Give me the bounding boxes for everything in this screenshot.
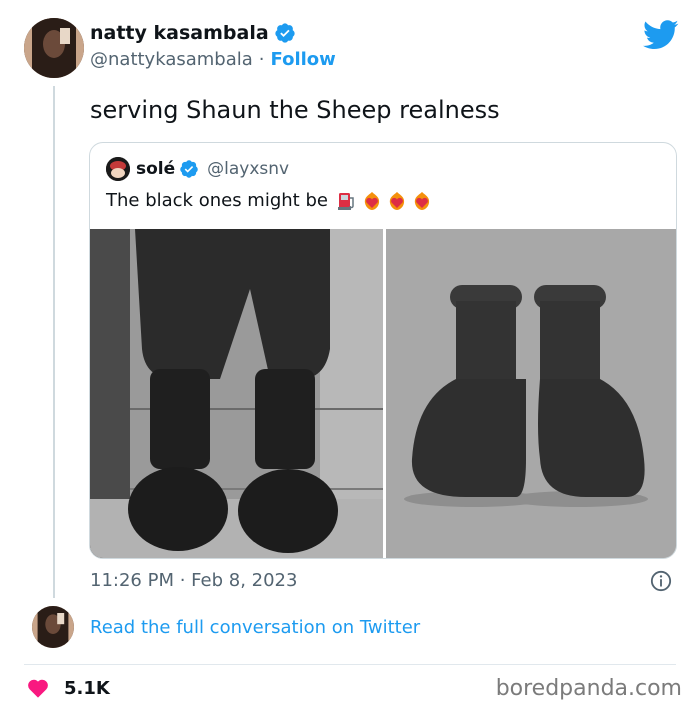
- quoted-header: solé @layxsnv: [106, 157, 289, 181]
- tweet-text: serving Shaun the Sheep realness: [90, 96, 500, 124]
- reply-avatar[interactable]: [32, 606, 74, 648]
- author-name-row: natty kasambala: [90, 22, 296, 44]
- thread-line: [53, 86, 55, 598]
- heart-on-fire-emoji-icon: [414, 191, 430, 210]
- quoted-handle: @layxsnv: [207, 159, 290, 179]
- divider: [24, 664, 676, 665]
- author-avatar[interactable]: [24, 18, 84, 78]
- like-row[interactable]: 5.1K: [26, 676, 110, 700]
- tweet-timestamp[interactable]: 11:26 PM · Feb 8, 2023: [90, 570, 297, 591]
- verified-badge-icon: [275, 23, 295, 43]
- quoted-text-row: The black ones might be: [106, 190, 432, 211]
- quoted-display-name: solé: [136, 159, 176, 179]
- heart-on-fire-emoji-icon: [364, 191, 380, 210]
- heart-on-fire-emoji-icon: [389, 191, 405, 210]
- fuel-pump-emoji-icon: [337, 192, 354, 210]
- quoted-avatar: [106, 157, 130, 181]
- author-handle-row: @nattykasambala · Follow: [90, 49, 336, 70]
- follow-button[interactable]: Follow: [271, 49, 336, 70]
- separator-dot: ·: [258, 49, 265, 70]
- watermark: boredpanda.com: [495, 676, 682, 701]
- heart-icon[interactable]: [26, 676, 50, 700]
- like-count: 5.1K: [64, 677, 110, 699]
- quoted-text: The black ones might be: [106, 190, 328, 211]
- author-display-name[interactable]: natty kasambala: [90, 22, 269, 44]
- quoted-photo-right[interactable]: [386, 229, 676, 558]
- quoted-photo-left[interactable]: [90, 229, 383, 558]
- info-icon[interactable]: [650, 570, 672, 592]
- twitter-bird-icon[interactable]: [643, 20, 679, 50]
- verified-badge-icon: [180, 160, 198, 178]
- read-full-conversation-link[interactable]: Read the full conversation on Twitter: [90, 617, 420, 638]
- quoted-tweet-card[interactable]: solé @layxsnv The black ones might be: [89, 142, 677, 559]
- author-handle[interactable]: @nattykasambala: [90, 49, 253, 70]
